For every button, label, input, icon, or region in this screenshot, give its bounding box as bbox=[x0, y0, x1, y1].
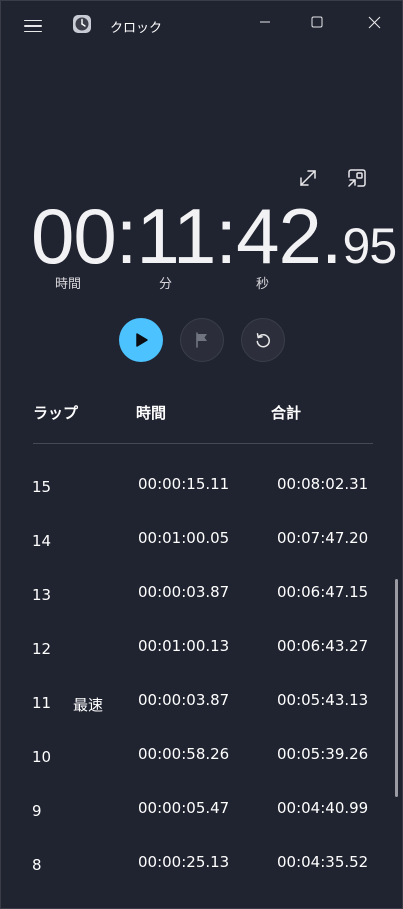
compact-overlay-button[interactable] bbox=[344, 165, 370, 191]
lap-row: 9 00:00:05.47 00:04:40.99 bbox=[1, 785, 403, 839]
reset-button[interactable] bbox=[241, 318, 285, 362]
expand-icon bbox=[300, 170, 316, 186]
flag-icon bbox=[196, 332, 207, 348]
divider bbox=[33, 443, 373, 444]
lap-total: 00:06:43.27 bbox=[277, 637, 369, 655]
lap-total: 00:05:43.13 bbox=[277, 691, 369, 709]
lap-row: 13 00:00:03.87 00:06:47.15 bbox=[1, 569, 403, 623]
lap-number: 15 bbox=[32, 478, 52, 496]
lap-row: 12 00:01:00.13 00:06:43.27 bbox=[1, 623, 403, 677]
lap-number: 11 bbox=[32, 694, 52, 712]
time-fraction: 95 bbox=[342, 218, 398, 274]
lap-number: 9 bbox=[32, 802, 42, 820]
hamburger-menu-icon[interactable] bbox=[16, 15, 50, 37]
lap-time: 00:00:05.47 bbox=[138, 799, 230, 817]
lap-total: 00:06:47.15 bbox=[277, 583, 369, 601]
stopwatch-time: 00:11:42.95 bbox=[31, 191, 398, 281]
app-title: クロック bbox=[110, 21, 163, 36]
lap-time: 00:01:00.05 bbox=[138, 529, 230, 547]
time-main: 00:11:42. bbox=[31, 192, 343, 280]
lap-button[interactable] bbox=[180, 318, 224, 362]
lap-number: 10 bbox=[32, 748, 52, 766]
lap-total: 00:04:40.99 bbox=[277, 799, 369, 817]
close-button[interactable] bbox=[359, 11, 389, 33]
lap-total: 00:07:47.20 bbox=[277, 529, 369, 547]
lap-row: 11 最速 00:00:03.87 00:05:43.13 bbox=[1, 677, 403, 731]
clock-app-icon bbox=[72, 14, 92, 34]
maximize-button[interactable] bbox=[302, 11, 332, 33]
lap-row: 14 00:01:00.05 00:07:47.20 bbox=[1, 515, 403, 569]
unit-hours-label: 時間 bbox=[55, 277, 82, 292]
maximize-icon bbox=[311, 16, 323, 28]
lap-time: 00:01:00.13 bbox=[138, 637, 230, 655]
play-icon bbox=[136, 333, 148, 347]
lap-number: 13 bbox=[32, 586, 52, 604]
lap-total: 00:04:35.52 bbox=[277, 853, 369, 871]
unit-seconds-label: 秒 bbox=[256, 277, 270, 292]
lap-row: 10 00:00:58.26 00:05:39.26 bbox=[1, 731, 403, 785]
fastest-lap-badge: 最速 bbox=[73, 696, 104, 714]
lap-total: 00:08:02.31 bbox=[277, 475, 369, 493]
lap-time: 00:00:58.26 bbox=[138, 745, 230, 763]
header-lap: ラップ bbox=[33, 404, 79, 422]
scrollbar[interactable] bbox=[395, 579, 398, 797]
lap-total: 00:05:39.26 bbox=[277, 745, 369, 763]
lap-time: 00:00:03.87 bbox=[138, 691, 230, 709]
play-button[interactable] bbox=[119, 318, 163, 362]
lap-time: 00:00:03.87 bbox=[138, 583, 230, 601]
header-time: 時間 bbox=[136, 404, 167, 422]
unit-minutes-label: 分 bbox=[159, 277, 173, 292]
minimize-button[interactable] bbox=[250, 11, 280, 33]
compact-overlay-icon bbox=[348, 169, 366, 187]
lap-table-header: ラップ 時間 合計 bbox=[1, 402, 403, 424]
close-icon bbox=[368, 16, 380, 28]
reset-icon bbox=[256, 333, 270, 348]
title-bar: クロック bbox=[1, 1, 403, 47]
lap-time: 00:00:15.11 bbox=[138, 475, 230, 493]
lap-row: 8 00:00:25.13 00:04:35.52 bbox=[1, 839, 403, 893]
clock-window: クロック 00:11:42.95 時間 分 秒 ラップ 時間 合計 15 00:… bbox=[0, 0, 403, 909]
lap-list[interactable]: 15 00:00:15.11 00:08:02.31 14 00:01:00.0… bbox=[1, 461, 403, 909]
header-total: 合計 bbox=[271, 404, 302, 422]
lap-number: 14 bbox=[32, 532, 52, 550]
lap-time: 00:00:25.13 bbox=[138, 853, 230, 871]
lap-number: 12 bbox=[32, 640, 52, 658]
lap-number: 8 bbox=[32, 856, 42, 874]
lap-row: 15 00:00:15.11 00:08:02.31 bbox=[1, 461, 403, 515]
expand-button[interactable] bbox=[295, 165, 321, 191]
minimize-icon bbox=[260, 21, 270, 23]
